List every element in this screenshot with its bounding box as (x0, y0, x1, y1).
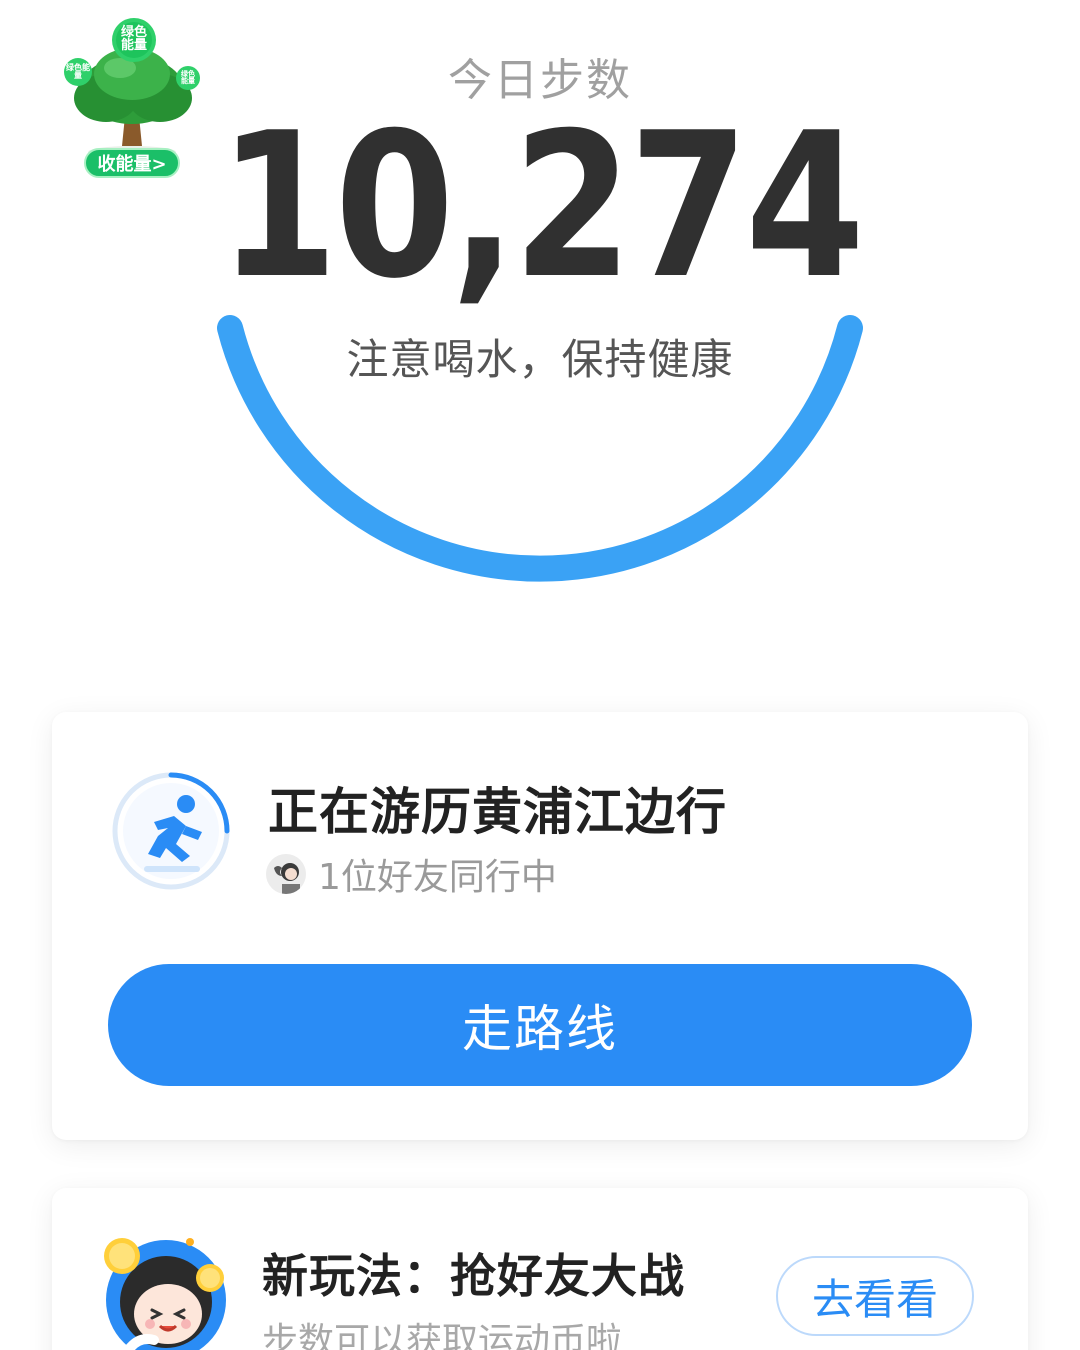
go-see-button[interactable]: 去看看 (776, 1256, 974, 1336)
route-title: 正在游历黄浦江边行 (268, 783, 727, 841)
health-tip: 注意喝水，保持健康 (346, 335, 734, 384)
route-card: 正在游历黄浦江边行 1位好友同行中 走路线 (52, 712, 1028, 1140)
promo-card: 新玩法：抢好友大战 步数可以获取运动币啦 去看看 (52, 1188, 1028, 1350)
walk-steps-page: 绿色能量 绿色能量 绿色能量 收能量> 今日步数 10,274 注意喝水，保持健… (0, 0, 1080, 1350)
companion-row[interactable]: 1位好友同行中 (266, 848, 557, 900)
promo-title: 新玩法：抢好友大战 (262, 1249, 685, 1303)
friend-avatar (266, 854, 306, 894)
cartoon-girl-coins-icon (104, 1238, 226, 1350)
step-count: 10,274 (218, 90, 865, 323)
walk-route-button[interactable]: 走路线 (108, 964, 972, 1086)
promo-subtitle: 步数可以获取运动币啦 (262, 1321, 623, 1350)
running-person-icon (112, 772, 230, 890)
companion-count: 1位好友同行中 (318, 857, 557, 898)
